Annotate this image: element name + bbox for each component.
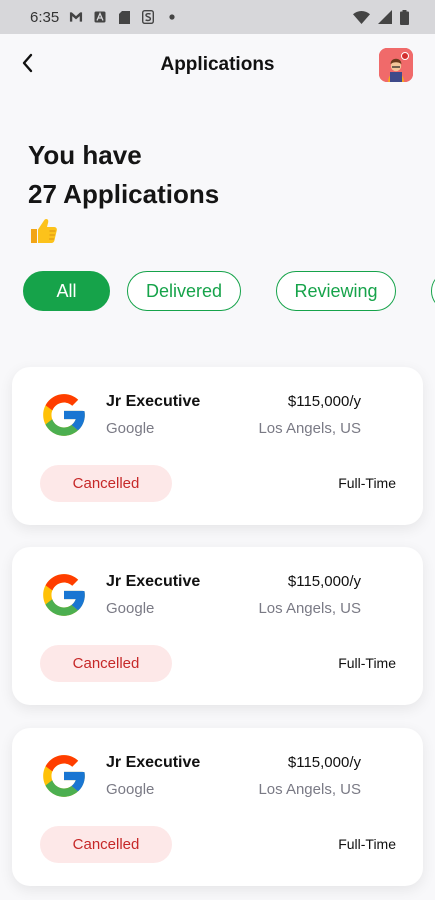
filter-chip-all[interactable]: All (23, 271, 110, 311)
company-name: Google (106, 781, 155, 798)
status-badge: Cancelled (40, 826, 172, 863)
application-card[interactable]: Jr Executive Google $115,000/y Los Angel… (12, 367, 423, 525)
signal-icon (378, 10, 392, 24)
job-title: Jr Executive (106, 393, 201, 410)
application-card[interactable]: Jr Executive Google $115,000/y Los Angel… (12, 728, 423, 886)
notification-dot (401, 52, 409, 60)
google-logo-icon (39, 570, 89, 620)
filter-chip-label: Delivered (145, 280, 223, 301)
salary: $115,000/y (287, 573, 361, 590)
status-badge: Cancelled (40, 645, 172, 682)
filter-chip-delivered[interactable]: Delivered (127, 271, 241, 311)
location: Los Angels, US (258, 781, 361, 798)
hero-line-1: You have (28, 140, 142, 170)
status-bar: 6:35 (0, 0, 435, 34)
salary: $115,000/y (287, 754, 361, 771)
gmail-icon (69, 10, 83, 24)
job-type: Full-Time (338, 655, 396, 671)
job-type: Full-Time (338, 475, 396, 491)
company-name: Google (106, 420, 155, 437)
salary: $115,000/y (287, 393, 361, 410)
s-icon (141, 10, 155, 24)
google-logo-icon (39, 390, 89, 440)
filter-chip-label: All (56, 280, 77, 301)
hero-line-2: 27 Applications (28, 179, 220, 209)
location: Los Angels, US (258, 420, 361, 437)
filter-chip-reviewing[interactable]: Reviewing (276, 271, 396, 311)
avatar-icon (379, 48, 413, 82)
thumbs-up-icon (28, 214, 219, 254)
google-logo-icon (39, 751, 89, 801)
battery-icon (400, 9, 409, 25)
application-card[interactable]: Jr Executive Google $115,000/y Los Angel… (12, 547, 423, 705)
status-badge: Cancelled (40, 465, 172, 502)
sd-card-icon (117, 10, 131, 24)
dot-icon (165, 10, 179, 24)
job-title: Jr Executive (106, 754, 201, 771)
app-header: Applications (0, 34, 435, 98)
location: Los Angels, US (258, 600, 361, 617)
status-bar-left: 6:35 (30, 9, 179, 26)
avatar[interactable] (379, 48, 413, 82)
hero-heading: You have 27 Applications (28, 136, 219, 254)
a-icon (93, 10, 107, 24)
status-bar-right (353, 9, 409, 25)
filter-chip-label: Reviewing (294, 280, 378, 301)
job-type: Full-Time (338, 836, 396, 852)
company-name: Google (106, 600, 155, 617)
status-time: 6:35 (30, 8, 60, 26)
page-title: Applications (160, 54, 275, 75)
job-title: Jr Executive (106, 573, 201, 590)
wifi-icon (353, 10, 370, 24)
filter-chip-more[interactable] (431, 271, 435, 311)
filter-chips: All Delivered Reviewing (23, 271, 435, 311)
